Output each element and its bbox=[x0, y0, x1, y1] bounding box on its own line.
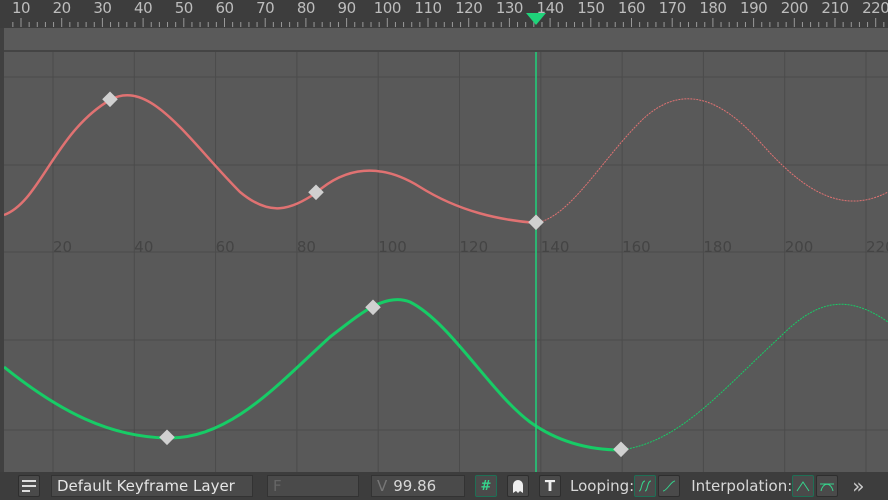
bottom-toolbar: Default Keyframe Layer F V 99.86 # T Loo… bbox=[0, 472, 888, 500]
value-text: 99.86 bbox=[393, 477, 437, 495]
green-curve bbox=[3, 298, 622, 452]
loop-mode-offset-icon[interactable] bbox=[658, 475, 681, 497]
looping-label: Looping: bbox=[570, 477, 635, 495]
interpolation-label: Interpolation: bbox=[691, 477, 793, 495]
snap-grid-icon[interactable]: # bbox=[475, 475, 497, 497]
more-chevron-icon[interactable]: » bbox=[852, 474, 864, 498]
red-curve-loop bbox=[535, 98, 888, 224]
interpolation-smooth-icon[interactable] bbox=[816, 475, 839, 497]
panel-edge bbox=[0, 28, 4, 472]
keyframe bbox=[528, 214, 544, 231]
interpolation-linear-icon[interactable] bbox=[792, 475, 815, 497]
curves bbox=[3, 52, 888, 472]
value-input[interactable]: V 99.86 bbox=[371, 475, 465, 497]
layer-menu-icon[interactable] bbox=[18, 475, 40, 497]
keyframe bbox=[159, 429, 175, 446]
curve-editor[interactable]: 20406080100120140160180200220 bbox=[0, 52, 888, 472]
loop-mode-cycle-icon[interactable] bbox=[634, 475, 657, 497]
red-curve bbox=[3, 93, 537, 225]
playhead-handle[interactable] bbox=[0, 0, 888, 28]
keyframe bbox=[613, 441, 629, 458]
frame-input[interactable]: F bbox=[267, 475, 359, 497]
green-curve-loop bbox=[620, 303, 888, 451]
layer-name-field[interactable]: Default Keyframe Layer bbox=[51, 475, 253, 497]
value-prefix: V bbox=[377, 477, 388, 495]
keyframe bbox=[365, 299, 381, 316]
keyframe-track[interactable] bbox=[3, 28, 888, 52]
timeline-ruler[interactable]: 10 20 30 40 50 60 70 80 90 100 110 120 130 140 150 160 1… bbox=[0, 0, 888, 28]
ghost-icon[interactable] bbox=[507, 475, 529, 497]
text-tool-icon[interactable]: T bbox=[539, 475, 561, 497]
